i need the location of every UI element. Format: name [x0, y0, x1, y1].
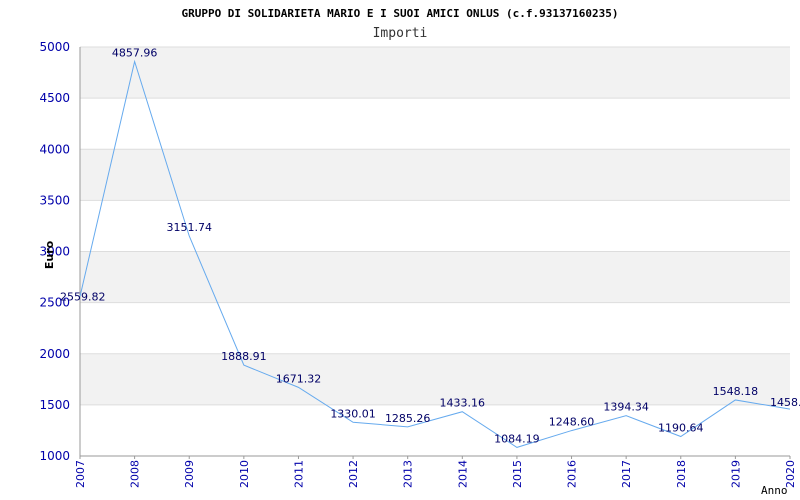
x-tick-label: 2010 [238, 460, 251, 488]
plot-band [80, 47, 790, 99]
plot-band [80, 353, 790, 405]
plot-band [80, 98, 790, 150]
x-axis-ticks: 2007 2008 2009 2010 2011 2012 2013 2014 2015 2016… [74, 456, 797, 488]
x-tick-label: 2007 [74, 460, 87, 488]
y-tick-label: 5000 [39, 40, 70, 54]
y-axis-label: Euro [43, 240, 56, 269]
data-label: 1394.34 [603, 401, 649, 414]
data-label: 1888.91 [221, 350, 267, 363]
data-label: 1248.60 [549, 416, 595, 429]
x-tick-label: 2012 [347, 460, 360, 488]
x-tick-label: 2016 [566, 460, 579, 488]
data-label: 1330.01 [330, 407, 376, 420]
y-tick-label: 1000 [39, 449, 70, 463]
data-label: 1433.16 [440, 397, 486, 410]
y-tick-label: 4000 [39, 142, 70, 156]
data-label: 1671.32 [276, 372, 322, 385]
x-tick-label: 2011 [292, 460, 305, 488]
x-tick-label: 2017 [620, 460, 633, 488]
data-label: 3151.74 [166, 221, 212, 234]
x-tick-label: 2008 [129, 460, 142, 488]
y-tick-label: 1500 [39, 398, 70, 412]
data-label: 1458.7 [770, 396, 800, 409]
data-label: 1548.18 [713, 385, 759, 398]
data-label: 1190.64 [658, 422, 704, 435]
x-tick-label: 2014 [456, 460, 469, 488]
plot-band [80, 251, 790, 303]
data-label: 4857.96 [112, 47, 158, 60]
y-tick-label: 4500 [39, 91, 70, 105]
plot-band [80, 302, 790, 354]
x-tick-label: 2009 [183, 460, 196, 488]
line-chart: 100015002000250030003500400045005000 200… [39, 7, 800, 497]
x-tick-label: 2018 [675, 460, 688, 488]
data-label: 1084.19 [494, 432, 540, 445]
data-label: 1285.26 [385, 412, 431, 425]
y-tick-label: 2000 [39, 347, 70, 361]
y-tick-label: 3500 [39, 193, 70, 207]
chart-subtitle: Importi [373, 26, 428, 41]
plot-band [80, 149, 790, 201]
x-tick-label: 2015 [511, 460, 524, 488]
data-label: 2559.82 [60, 291, 106, 304]
x-tick-label: 2019 [729, 460, 742, 488]
x-axis-label: Anno [761, 484, 788, 497]
chart-title: GRUPPO DI SOLIDARIETA MARIO E I SUOI AMI… [181, 7, 618, 20]
x-tick-label: 2013 [402, 460, 415, 488]
